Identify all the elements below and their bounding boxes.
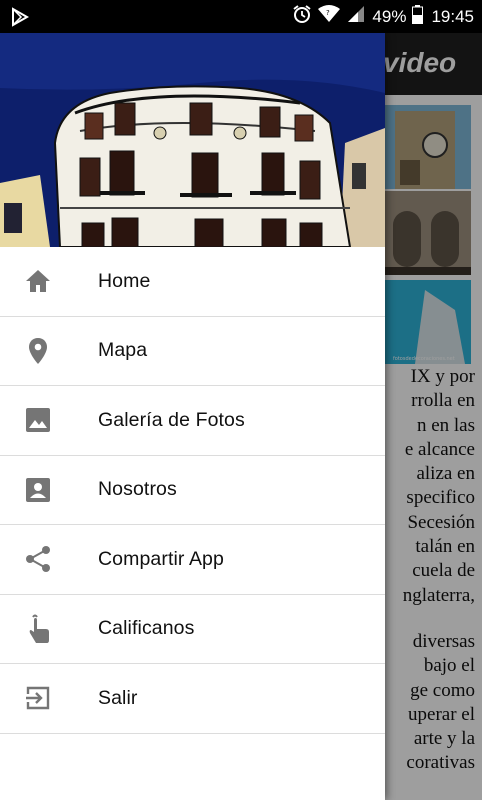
navigation-drawer: Home Mapa Galería de Fotos Nosotros Comp… [0,33,385,800]
menu-item-label: Compartir App [98,547,224,570]
play-store-icon [10,7,30,32]
share-icon [24,545,52,573]
drawer-menu: Home Mapa Galería de Fotos Nosotros Comp… [0,247,385,734]
menu-item-salir[interactable]: Salir [0,664,385,734]
image-icon [24,406,52,434]
svg-text:?: ? [326,9,330,17]
location-pin-icon [24,337,52,365]
drawer-header-image [0,33,385,247]
menu-item-label: Home [98,269,151,292]
signal-icon [346,5,366,28]
alarm-icon [292,4,312,29]
menu-item-home[interactable]: Home [0,247,385,317]
screen: ? 49% 19:45 video fotosdedecoraciones.ne… [0,0,482,800]
menu-item-label: Mapa [98,339,148,362]
menu-item-nosotros[interactable]: Nosotros [0,456,385,525]
touch-icon [24,614,52,643]
menu-item-label: Galería de Fotos [98,408,245,431]
contact-card-icon [24,476,52,504]
wifi-icon: ? [318,5,341,28]
exit-icon [24,684,52,712]
status-bar: ? 49% 19:45 [0,0,482,33]
menu-item-compartir[interactable]: Compartir App [0,525,385,595]
home-icon [24,267,52,295]
menu-item-label: Salir [98,686,138,709]
menu-item-calificanos[interactable]: Calificanos [0,595,385,664]
battery-percent: 49% [372,6,407,26]
menu-item-label: Nosotros [98,478,177,501]
menu-item-label: Calificanos [98,617,195,640]
battery-icon [412,4,424,29]
menu-item-galeria[interactable]: Galería de Fotos [0,386,385,456]
clock: 19:45 [431,6,474,26]
menu-item-mapa[interactable]: Mapa [0,317,385,386]
